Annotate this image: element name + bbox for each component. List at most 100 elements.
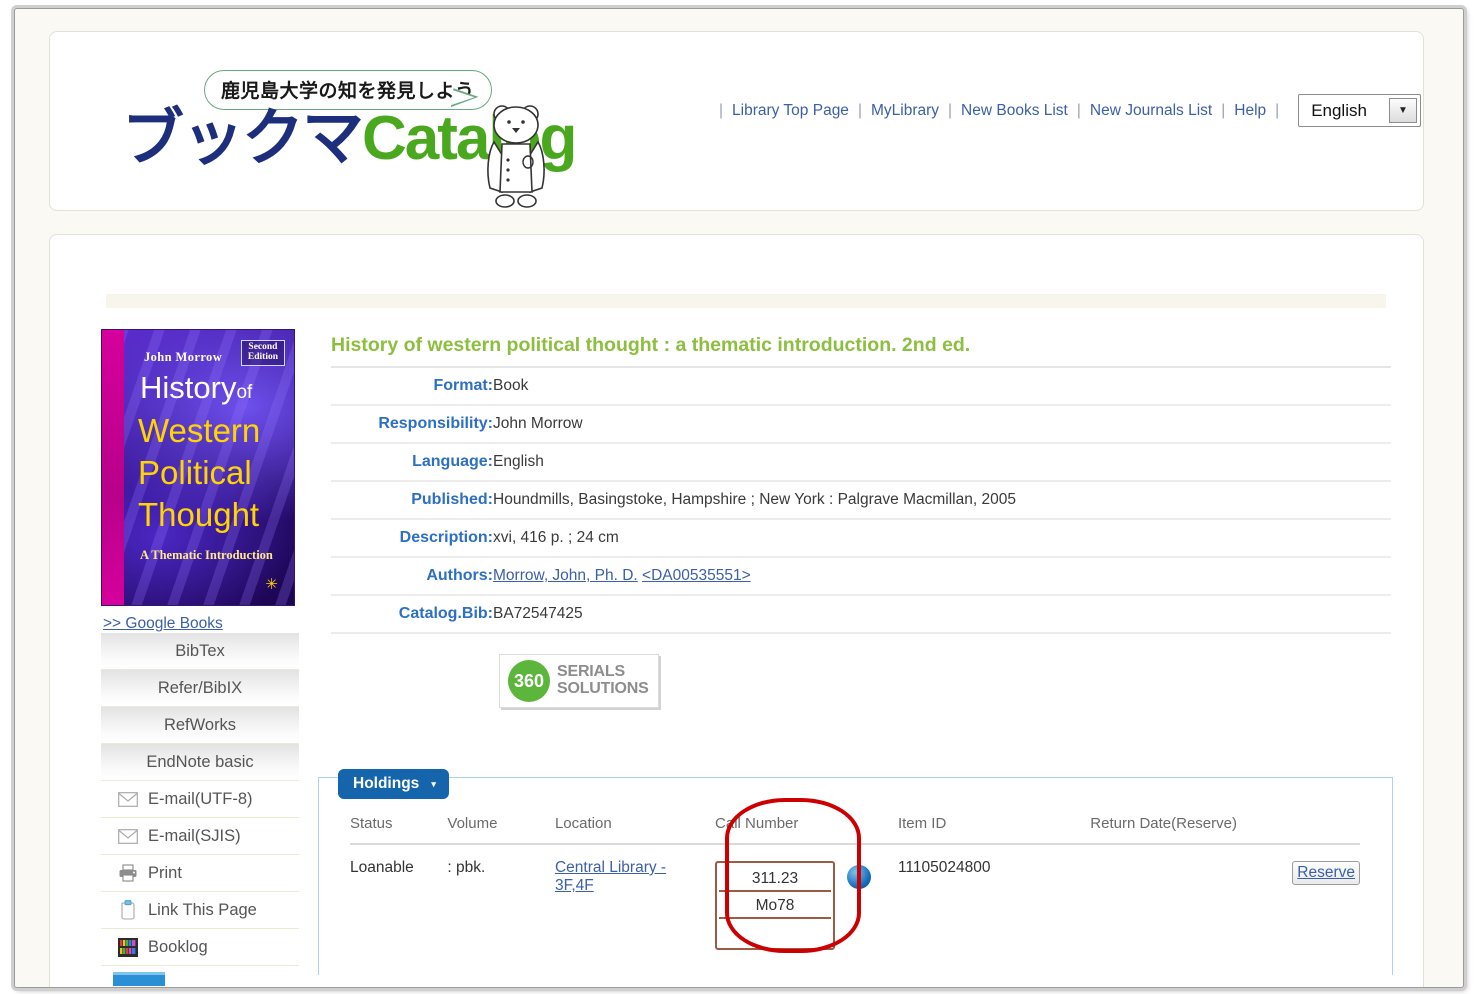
tab-holdings[interactable]: Holdings ▾ [338,769,449,799]
table-row: Catalog.Bib: BA72547425 [331,595,1391,634]
cover-subtitle: A Thematic Introduction [140,548,273,562]
field-value-published: Houndmills, Basingstoke, Hampshire ; New… [493,481,1391,520]
nav-link-library-top-page[interactable]: Library Top Page [732,102,849,120]
cover-title-line2: Political [138,454,252,491]
export-button-refer-bibix[interactable]: Refer/BibIX [101,670,299,707]
export-button-endnote-basic[interactable]: EndNote basic [101,744,299,781]
cell-reserve: Reserve [1292,844,1360,950]
field-label-responsibility: Responsibility: [331,405,493,444]
reserve-button[interactable]: Reserve [1292,861,1360,885]
table-row: Responsibility: John Morrow [331,405,1391,444]
bookshelf-icon [117,936,139,958]
cell-return-date [1090,844,1292,950]
table-row: Authors: Morrow, John, Ph. D. <DA0053555… [331,557,1391,596]
palgrave-mark-icon: ✳ [265,576,278,593]
record-details: History of western political thought : a… [331,334,1391,708]
cover-edition-badge: Second Edition [240,340,285,366]
table-row: Loanable : pbk. Central Library - 3F,4F … [350,844,1360,950]
location-line1: Central Library - [554,859,667,876]
table-row: Language: English [331,443,1391,482]
cover-title-line1: Western [138,412,261,449]
field-value-description: xvi, 416 p. ; 24 cm [493,519,1391,558]
location-line2: 3F,4F [554,877,594,894]
call-number-label-box: 311.23 Mo78 [715,861,836,950]
export-button-bibtex[interactable]: BibTex [101,633,299,670]
action-label: E-mail(UTF-8) [148,789,253,808]
action-email-utf8[interactable]: E-mail(UTF-8) [101,781,299,818]
field-value-language: English [493,443,1391,482]
field-value-responsibility: John Morrow [493,405,1391,444]
reserve-link[interactable]: Reserve [1297,864,1355,881]
clipboard-link-icon [117,899,139,921]
call-number-line-3 [719,919,831,946]
holdings-header-row: Status Volume Location Call Number Item … [350,815,1360,845]
cell-volume: : pbk. [447,859,486,876]
call-number-line-2: Mo78 [719,892,832,919]
sidebar: John Morrow Second Edition Historyof Wes… [101,329,303,986]
call-number-line-1: 311.23 [719,865,832,892]
site-logo[interactable]: 鹿児島大学の知を発見しよう ブックマCatalog [122,64,577,208]
table-row: Format: Book [331,368,1391,406]
column-header-actions [1292,815,1360,845]
language-select-value: English [1311,100,1367,120]
nav-link-new-books-list[interactable]: New Books List [961,102,1068,120]
language-select[interactable]: English ▼ [1298,94,1421,127]
column-header-volume: Volume [447,815,555,845]
info-icon[interactable]: i [847,865,872,889]
author-id-link[interactable]: <DA00535551> [642,567,751,584]
nav-link-help[interactable]: Help [1234,102,1266,120]
action-link-this-page[interactable]: Link This Page [101,892,299,929]
envelope-icon [117,825,139,847]
nav-separator: | [1221,101,1226,119]
serials-logo-line1: SERIALS [557,663,625,681]
metadata-table: Format: Book Responsibility: John Morrow… [331,368,1391,634]
nav-separator: | [857,101,862,119]
serials-solutions-logo[interactable]: 360 SERIALS SOLUTIONS [499,654,659,708]
tab-holdings-label: Holdings [353,775,420,792]
column-header-return-date: Return Date(Reserve) [1090,815,1293,845]
author-link[interactable]: Morrow, John, Ph. D. [493,567,638,584]
action-label: Link This Page [148,900,257,919]
cover-pink-strip [102,330,124,605]
browser-frame: 鹿児島大学の知を発見しよう ブックマCatalog | Library Top … [14,8,1464,988]
cover-edition-line2: Edition [247,351,278,362]
field-label-description: Description: [331,519,493,558]
cell-item-id: 11105024800 [897,859,991,876]
bear-mascot-icon [472,100,560,213]
cell-call-number: 311.23 Mo78 i [715,844,898,950]
top-navigation: | Library Top Page | MyLibrary | New Boo… [710,94,1421,127]
export-button-refworks[interactable]: RefWorks [101,707,299,744]
chevron-down-icon[interactable]: ▼ [1388,98,1417,123]
nav-link-mylibrary[interactable]: MyLibrary [871,102,939,120]
cover-title-of: of [236,382,253,403]
column-header-location: Location [554,815,716,845]
location-link[interactable]: Central Library - 3F,4F [555,859,666,894]
action-label: Booklog [148,937,208,956]
header-panel: 鹿児島大学の知を発見しよう ブックマCatalog | Library Top … [49,31,1424,211]
printer-icon [117,862,139,884]
action-label: E-mail(SJIS) [148,826,241,845]
content-top-bar [106,294,1386,308]
book-cover-image[interactable]: John Morrow Second Edition Historyof Wes… [101,329,295,606]
table-row: Description: xvi, 416 p. ; 24 cm [331,519,1391,558]
chevron-down-icon: ▾ [431,778,436,789]
field-label-authors: Authors: [331,557,493,596]
field-label-catalog-bib: Catalog.Bib: [331,595,493,634]
cell-status: Loanable [350,859,414,876]
serials-logo-text: SERIALS SOLUTIONS [557,664,649,697]
cover-title-main: History [140,370,237,405]
action-print[interactable]: Print [101,855,299,892]
field-value-catalog-bib: BA72547425 [493,595,1391,634]
nav-separator: | [719,101,724,119]
action-email-sjis[interactable]: E-mail(SJIS) [101,818,299,855]
google-books-link[interactable]: >> Google Books [103,615,303,633]
holdings-table: Status Volume Location Call Number Item … [350,815,1360,950]
nav-separator: | [1076,101,1081,119]
sidebar-partial-button[interactable] [113,972,165,986]
nav-link-new-journals-list[interactable]: New Journals List [1090,102,1212,120]
page-title: History of western political thought : a… [331,334,1391,368]
action-booklog[interactable]: Booklog [101,929,299,966]
column-header-item-id: Item ID [897,815,1091,845]
nav-separator: | [1275,101,1280,119]
field-value-format: Book [493,368,1391,406]
